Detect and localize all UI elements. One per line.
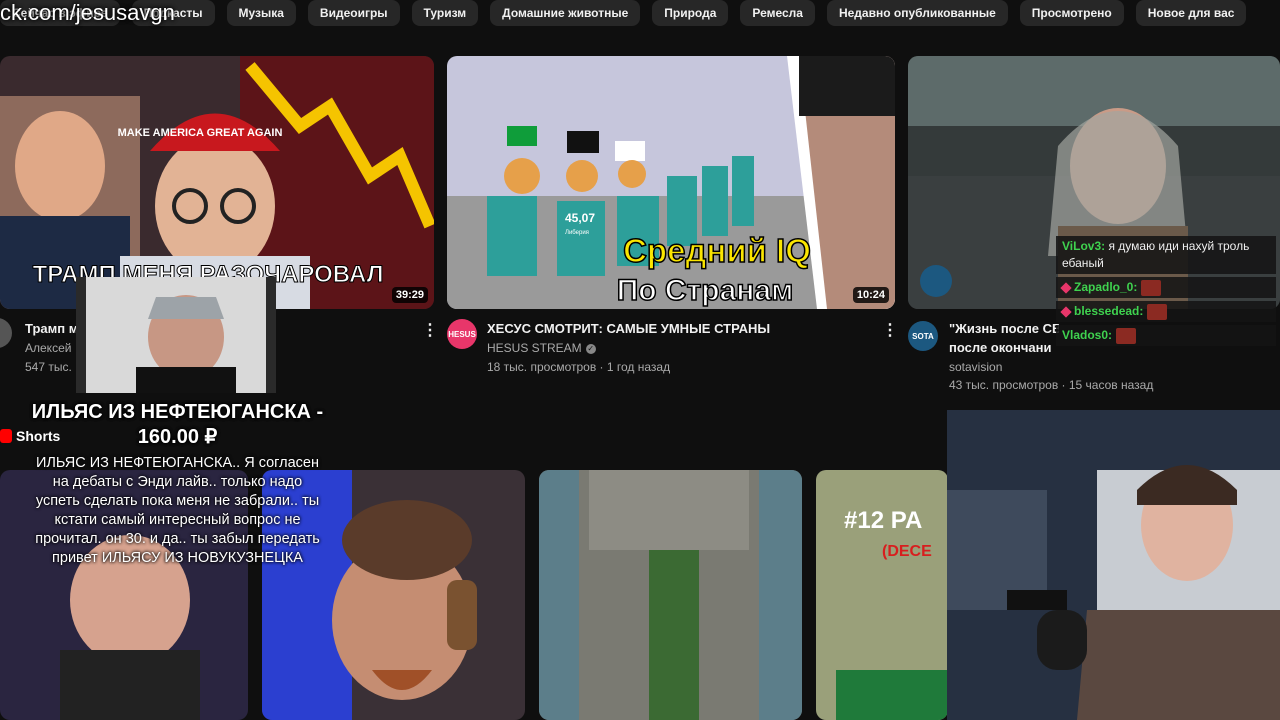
emote-icon [1141,279,1162,296]
video-stats: 18 тыс. просмотров · 1 год назад [487,360,671,374]
chip-nature[interactable]: Природа [652,0,729,26]
channel-name[interactable]: sotavision [949,360,1002,374]
channel-avatar[interactable]: SOTA [908,321,938,351]
thumbnail-2-value: 45,07 [565,211,595,225]
emote-icon [1116,327,1137,344]
chat-username: blessedead: [1074,304,1144,318]
chat-username: Vlados0: [1062,328,1113,342]
video-title[interactable]: ХЕСУС СМОТРИТ: САМЫЕ УМНЫЕ СТРАНЫ [487,321,770,336]
sub-badge-icon [1060,305,1072,318]
thumbnail-2-caption-2: По Странам [617,274,794,307]
more-options-icon[interactable]: ⋮ [422,320,438,340]
channel-avatar[interactable]: HESUS [447,319,477,349]
streamer-webcam [947,410,1280,720]
video-thumbnail-2[interactable]: 45,07 Либерия Средний IQ По Странам 10:2… [447,56,895,309]
short-4-art: #12 PA (DECE [816,470,948,720]
webcam-art [947,410,1280,720]
thumbnail-1-art: MAKE AMERICA GREAT AGAIN ТРАМП МЕНЯ РАЗО… [0,56,434,309]
hat-text: MAKE AMERICA GREAT AGAIN [118,127,283,139]
chat-message: Vlados0: [1056,325,1276,346]
avatar-text: HESUS [448,329,476,339]
video-stats: 547 тыс. [25,360,72,374]
sub-badge-icon [1060,281,1072,294]
chip-live[interactable]: Сейчас в эфире [0,0,120,26]
donation-title: ИЛЬЯС ИЗ НЕФТЕЮГАНСКА - 160.00 ₽ [31,401,324,448]
video-title-line2[interactable]: после окончани [949,340,1059,355]
more-options-icon[interactable]: ⋮ [882,320,898,340]
video-thumbnail-1[interactable]: MAKE AMERICA GREAT AGAIN ТРАМП МЕНЯ РАЗО… [0,56,434,309]
short-4-caption: #12 PA [844,507,922,534]
thumbnail-2-country: Либерия [565,230,589,236]
stream-chat-overlay: ViLov3: я думаю иди нахуй троль ебаный Z… [1056,236,1276,349]
chip-music[interactable]: Музыка [226,0,296,26]
category-chips-bar: Сейчас в эфире Подкасты Музыка Видеоигры… [0,0,1280,26]
duration-badge: 10:24 [852,287,889,303]
chip-pets[interactable]: Домашние животные [490,0,641,26]
channel-avatar[interactable] [0,318,12,348]
chip-tourism[interactable]: Туризм [411,0,479,26]
emote-icon [1147,303,1168,320]
donation-alert: ИЛЬЯС ИЗ НЕФТЕЮГАНСКА - 160.00 ₽ ИЛЬЯС И… [30,400,325,568]
chip-watched[interactable]: Просмотрено [1019,0,1124,26]
donation-message: ИЛЬЯС ИЗ НЕФТЕЮГАНСКА.. Я согласен на де… [35,455,320,566]
chip-crafts[interactable]: Ремесла [740,0,815,26]
chip-podcasts[interactable]: Подкасты [131,0,215,26]
thumbnail-2-caption-1: Средний IQ [623,232,811,269]
thumbnail-2-art: 45,07 Либерия Средний IQ По Странам [447,56,895,309]
short-thumbnail-3[interactable] [539,470,802,720]
chat-message: ViLov3: я думаю иди нахуй троль ебаный [1056,236,1276,274]
avatar-text: SOTA [912,331,934,341]
channel-name[interactable]: Алексей [25,341,71,355]
shorts-icon [0,429,12,443]
chat-message: blessedead: [1056,301,1276,322]
webcam-overlay-small [76,277,276,393]
chip-videogames[interactable]: Видеоигры [307,0,400,26]
video-title[interactable]: Трамп м [25,321,80,336]
short-3-art [539,470,802,720]
webcam-small-art [76,277,276,393]
chat-username: ViLov3: [1062,239,1106,253]
short-thumbnail-4[interactable]: #12 PA (DECE [816,470,948,720]
duration-badge: 39:29 [391,287,428,303]
channel-name-text: HESUS STREAM [487,341,582,355]
chip-recent[interactable]: Недавно опубликованные [826,0,1008,26]
video-title[interactable]: "Жизнь после СВ [949,321,1059,336]
verified-icon: ✓ [585,343,596,354]
channel-name[interactable]: HESUS STREAM ✓ [487,341,596,355]
video-stats: 43 тыс. просмотров · 15 часов назад [949,378,1154,392]
chat-username: Zapadlo_0: [1074,280,1138,294]
chat-message: Zapadlo_0: [1056,277,1276,298]
chip-new-for-you[interactable]: Новое для вас [1135,0,1247,26]
short-4-subcaption: (DECE [882,543,932,560]
